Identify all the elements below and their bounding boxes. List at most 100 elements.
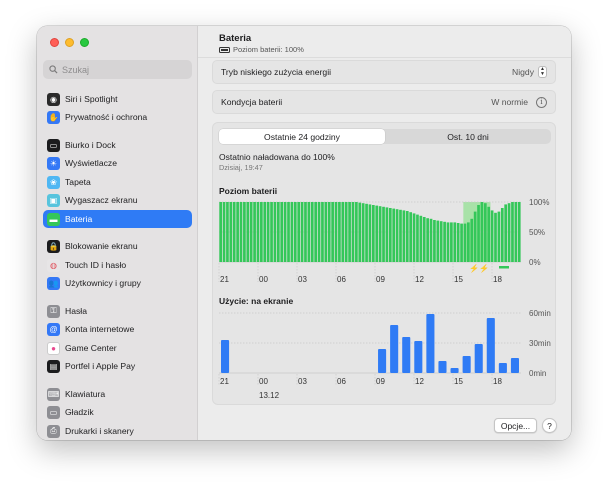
sidebar-item[interactable]: @ Konta internetowe	[43, 320, 192, 338]
usage-bar	[462, 356, 471, 373]
battery-bar	[351, 202, 355, 262]
screen-usage-chart: 60min 30min 0min 21 00 03 06 09 12 15 18 13.12	[218, 309, 551, 400]
battery-bar	[378, 206, 382, 262]
help-button[interactable]: ?	[542, 418, 557, 433]
y-tick-label: 50%	[529, 228, 545, 237]
battery-bar	[263, 202, 267, 262]
usage-panel: Ostatnie 24 godziny Ost. 10 dni Ostatnio…	[212, 122, 556, 405]
battery-bar	[249, 202, 253, 262]
wallet-icon: ▤	[47, 359, 60, 373]
battery-bar	[517, 202, 521, 262]
x-tick-label: 00	[259, 275, 268, 284]
battery-bar	[348, 202, 351, 262]
close-button[interactable]	[50, 38, 59, 47]
x-tick-label: 15	[454, 377, 463, 386]
battery-bar	[497, 211, 501, 262]
battery-bar	[260, 202, 263, 262]
sidebar-item[interactable]: ◍ Touch ID i hasło	[43, 256, 192, 274]
battery-bar	[504, 204, 508, 262]
battery-bar	[460, 223, 463, 262]
battery-health-value: W normie	[491, 97, 528, 107]
period-segmented-control: Ostatnie 24 godziny Ost. 10 dni	[219, 129, 551, 144]
usage-bar	[474, 344, 483, 373]
y-tick-label: 60min	[529, 309, 551, 318]
usage-bar	[486, 318, 495, 373]
sidebar-item[interactable]: ❀ Tapeta	[43, 173, 192, 191]
sidebar-item-label: Wyświetlacze	[65, 158, 117, 168]
usage-bar	[402, 337, 411, 373]
battery-bar	[266, 202, 270, 262]
usage-bar	[390, 325, 399, 373]
sidebar-item-label: Konta internetowe	[65, 324, 135, 334]
battery-bar	[355, 202, 358, 262]
usage-bar	[450, 368, 459, 373]
sidebar-item[interactable]: ⎙ Drukarki i skanery	[43, 422, 192, 440]
battery-level-subtitle: Poziom baterii: 100%	[219, 45, 304, 54]
printer-icon: ⎙	[47, 424, 60, 438]
sidebar-item[interactable]: ▭ Biurko i Dock	[43, 136, 192, 154]
tab-last-24-hours[interactable]: Ostatnie 24 godziny	[219, 129, 385, 144]
sidebar-item[interactable]: 👥 Użytkownicy i grupy	[43, 274, 192, 292]
zoom-button[interactable]	[80, 38, 89, 47]
x-tick-label: 06	[337, 275, 346, 284]
battery-bar	[443, 221, 446, 262]
sidebar-item[interactable]: ▭ Gładzik	[43, 403, 192, 421]
sidebar-item-label: Gładzik	[65, 407, 94, 417]
sidebar-item[interactable]: ☀ Wyświetlacze	[43, 154, 192, 172]
low-power-select[interactable]: Nigdy ▲ ▼	[512, 66, 547, 78]
sidebar-item-label: Tapeta	[65, 177, 91, 187]
info-icon[interactable]: i	[536, 96, 547, 108]
search-field[interactable]	[43, 60, 192, 79]
sidebar-item[interactable]: ✋ Prywatność i ochrona	[43, 108, 192, 126]
battery-bar	[412, 213, 416, 262]
battery-bar	[467, 222, 470, 262]
battery-bar	[229, 202, 233, 262]
sidebar-item[interactable]: ⌨ Klawiatura	[43, 385, 192, 403]
sidebar-item[interactable]: ⚿ Hasła	[43, 302, 192, 320]
battery-bar	[256, 202, 260, 262]
window-controls	[50, 38, 89, 47]
keyboard-icon: ⌨	[47, 387, 60, 401]
minimize-button[interactable]	[65, 38, 74, 47]
battery-bar	[297, 202, 301, 262]
battery-bar	[273, 202, 277, 262]
battery-bar	[287, 202, 290, 262]
battery-icon: ▬	[47, 212, 60, 226]
sidebar-item-label: Użytkownicy i grupy	[65, 278, 141, 288]
battery-bar	[426, 218, 429, 262]
x-tick-label: 18	[493, 377, 502, 386]
battery-bar	[500, 208, 504, 262]
battery-bar	[365, 203, 368, 262]
battery-bar	[239, 202, 243, 262]
tab-last-10-days[interactable]: Ost. 10 dni	[385, 129, 551, 144]
settings-window: ◉ Siri i Spotlight ✋ Prywatność i ochrona ▭ B…	[37, 26, 571, 440]
sidebar-item[interactable]: ▤ Portfel i Apple Pay	[43, 357, 192, 375]
y-tick-label: 30min	[529, 339, 551, 348]
hand-icon: ✋	[47, 110, 60, 124]
battery-bar	[243, 202, 246, 262]
sidebar-item-label: Drukarki i skanery	[65, 426, 134, 436]
sidebar-item[interactable]: ◉ Siri i Spotlight	[43, 90, 192, 108]
sidebar-item[interactable]: ▣ Wygaszacz ekranu	[43, 191, 192, 209]
x-tick-label: 09	[376, 377, 385, 386]
x-tick-label: 03	[298, 377, 307, 386]
battery-bar	[276, 202, 280, 262]
sidebar-item[interactable]: 🔒 Blokowanie ekranu	[43, 237, 192, 255]
battery-bar	[280, 202, 284, 262]
battery-bar	[371, 205, 375, 262]
options-button[interactable]: Opcje...	[494, 418, 537, 433]
x-tick-label: 21	[220, 275, 229, 284]
sidebar-item[interactable]: ▬ Bateria	[43, 210, 192, 228]
sidebar-item-label: Biurko i Dock	[65, 140, 116, 150]
battery-bar	[450, 222, 453, 262]
y-tick-label: 100%	[529, 198, 549, 207]
usage-bar	[426, 314, 435, 373]
battery-level-text: Poziom baterii: 100%	[233, 45, 304, 54]
sidebar-item[interactable]: ● Game Center	[43, 339, 192, 357]
search-input[interactable]	[62, 64, 182, 75]
battery-bar	[483, 203, 487, 262]
usage-bar	[378, 349, 387, 373]
battery-bar	[361, 203, 365, 262]
game-center-icon: ●	[47, 341, 60, 355]
wallpaper-icon: ❀	[47, 175, 60, 189]
